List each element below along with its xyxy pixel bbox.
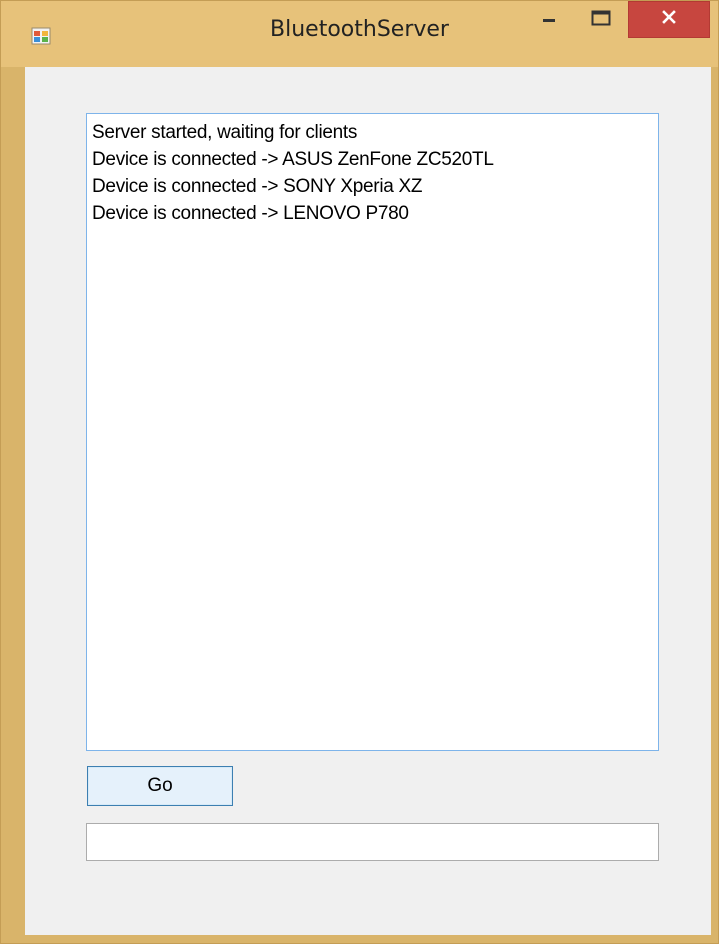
log-line: Device is connected -> ASUS ZenFone ZC52… <box>92 149 494 170</box>
close-icon <box>661 9 677 30</box>
close-button[interactable] <box>628 1 710 38</box>
minimize-button[interactable] <box>529 1 569 39</box>
go-button[interactable]: Go <box>87 766 233 806</box>
app-window: BluetoothServer Server started, waiting … <box>0 0 719 944</box>
windows-form-icon[interactable] <box>31 27 51 45</box>
minimize-icon <box>541 10 557 31</box>
maximize-icon <box>591 10 611 31</box>
status-text-field[interactable] <box>86 823 659 861</box>
log-line: Server started, waiting for clients <box>92 122 358 143</box>
client-area: Server started, waiting for clients Devi… <box>25 67 711 935</box>
title-bar[interactable]: BluetoothServer <box>1 1 718 67</box>
maximize-button[interactable] <box>581 1 621 39</box>
log-listbox[interactable]: Server started, waiting for clients Devi… <box>86 113 659 751</box>
log-line: Device is connected -> SONY Xperia XZ <box>92 176 423 197</box>
log-line: Device is connected -> LENOVO P780 <box>92 203 409 224</box>
